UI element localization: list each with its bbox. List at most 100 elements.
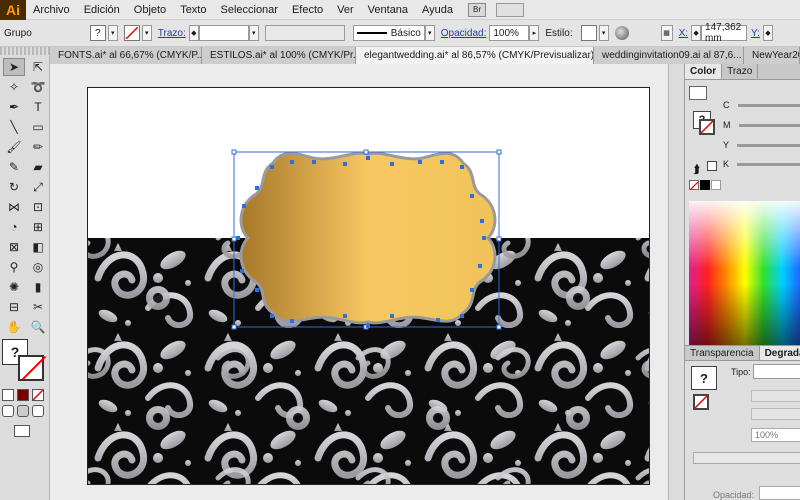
style-swatch[interactable] xyxy=(580,25,597,41)
gradient-angle-field[interactable] xyxy=(751,408,800,420)
slice-tool-icon[interactable]: ✂ xyxy=(27,298,49,316)
y-label[interactable]: Y: xyxy=(751,28,760,39)
blob-brush-tool-icon[interactable]: ✎ xyxy=(3,158,25,176)
free-transform-tool-icon[interactable]: ⊡ xyxy=(27,198,49,216)
draw-normal-icon[interactable] xyxy=(2,405,14,417)
gradient-slider[interactable] xyxy=(693,452,800,464)
tab-estilos[interactable]: ESTILOS.ai* al 100% (CMYK/Pr... ✕ xyxy=(202,47,356,64)
slider-c[interactable]: C xyxy=(723,100,800,110)
menu-texto[interactable]: Texto xyxy=(173,4,213,16)
default-colors-icon[interactable] xyxy=(689,86,707,100)
direct-selection-tool-icon[interactable]: ⇱ xyxy=(27,58,49,76)
type-tool-icon[interactable]: T xyxy=(27,98,49,116)
stroke-label[interactable]: Trazo: xyxy=(158,28,186,39)
panel-grip[interactable] xyxy=(0,47,49,55)
tab-gradient[interactable]: Degradado xyxy=(759,346,800,360)
gradient-tool-icon[interactable]: ◧ xyxy=(27,238,49,256)
tab-elegantwedding[interactable]: elegantwedding.ai* al 86,57% (CMYK/Previ… xyxy=(356,47,594,64)
blend-tool-icon[interactable]: ◎ xyxy=(27,258,49,276)
canvas-area[interactable] xyxy=(50,64,684,500)
slider-m[interactable]: M xyxy=(723,120,800,130)
gradient-stroke-options[interactable] xyxy=(751,390,800,402)
screen-mode-icon[interactable] xyxy=(14,425,30,437)
draw-behind-icon[interactable] xyxy=(17,405,29,417)
tab-weddinginvitation[interactable]: weddinginvitation09.ai al 87,6... ✕ xyxy=(594,47,744,64)
opacity-label[interactable]: Opacidad: xyxy=(441,28,487,39)
slider-track[interactable] xyxy=(737,103,800,107)
arrange-documents-button[interactable] xyxy=(496,2,525,17)
shape-builder-tool-icon[interactable]: ◔ xyxy=(3,218,25,236)
mesh-tool-icon[interactable]: ⊠ xyxy=(3,238,25,256)
gradient-mode-icon[interactable] xyxy=(17,389,29,401)
scale-tool-icon[interactable]: ⤢ xyxy=(27,178,49,196)
pencil-tool-icon[interactable]: ✏ xyxy=(27,138,49,156)
color-spectrum[interactable] xyxy=(689,201,800,351)
panel-dock-strip[interactable] xyxy=(668,64,684,500)
rotate-tool-icon[interactable]: ↻ xyxy=(3,178,25,196)
color-stroke-indicator[interactable] xyxy=(699,119,715,135)
lasso-tool-icon[interactable]: ➰ xyxy=(27,78,49,96)
artboard-tool-icon[interactable]: ⊟ xyxy=(3,298,25,316)
tab-transparency[interactable]: Transparencia xyxy=(685,346,760,360)
gamut-swatch[interactable] xyxy=(707,161,717,171)
y-spinner[interactable]: ◆ xyxy=(762,25,773,41)
anchor-points[interactable] xyxy=(236,156,486,328)
slider-y[interactable]: Y xyxy=(723,140,800,150)
fill-dropdown[interactable]: ▾ xyxy=(107,25,118,41)
black-swatch[interactable] xyxy=(700,180,710,190)
slider-track[interactable] xyxy=(738,123,800,127)
stroke-weight-spinner[interactable]: ◆ xyxy=(188,25,199,41)
out-of-gamut-icon[interactable]: ⮭ xyxy=(693,162,700,177)
stroke-dropdown[interactable]: ▾ xyxy=(141,25,152,41)
stroke-swatch[interactable] xyxy=(123,25,140,41)
width-tool-icon[interactable]: ⋈ xyxy=(3,198,25,216)
gradient-aspect-field[interactable]: 100% xyxy=(751,428,800,442)
perspective-grid-tool-icon[interactable]: ⊞ xyxy=(27,218,49,236)
slider-track[interactable] xyxy=(737,143,800,147)
bridge-button[interactable]: Br xyxy=(468,2,487,17)
menu-ver[interactable]: Ver xyxy=(330,4,361,16)
x-field[interactable]: 147,362 mm xyxy=(701,22,748,44)
magic-wand-tool-icon[interactable]: ✧ xyxy=(3,78,25,96)
pen-tool-icon[interactable]: ✒ xyxy=(3,98,25,116)
gradient-opacity-field[interactable] xyxy=(759,486,800,500)
none-mode-icon[interactable] xyxy=(32,389,44,401)
bounding-handles[interactable] xyxy=(231,149,502,330)
fill-stroke-control[interactable]: ? xyxy=(2,339,46,383)
gradient-type-select[interactable] xyxy=(753,364,800,379)
white-swatch[interactable] xyxy=(711,180,721,190)
x-spinner[interactable]: ◆ xyxy=(691,25,702,41)
menu-ayuda[interactable]: Ayuda xyxy=(415,4,460,16)
menu-efecto[interactable]: Efecto xyxy=(285,4,330,16)
selection-bounding-box[interactable] xyxy=(233,151,500,328)
recolor-artwork-icon[interactable] xyxy=(614,26,629,40)
paintbrush-tool-icon[interactable]: 🖌 xyxy=(3,138,25,156)
style-dropdown[interactable]: ▾ xyxy=(598,25,609,41)
eyedropper-tool-icon[interactable]: ⚲ xyxy=(3,258,25,276)
stroke-indicator[interactable] xyxy=(18,355,44,381)
slider-track[interactable] xyxy=(737,162,800,166)
selection-tool-icon[interactable]: ➤ xyxy=(3,58,25,76)
slider-k[interactable]: K xyxy=(723,159,800,169)
stroke-weight-dropdown[interactable]: ▾ xyxy=(248,25,259,41)
brush-dropdown[interactable]: ▾ xyxy=(424,25,435,41)
draw-inside-icon[interactable] xyxy=(32,405,44,417)
eraser-tool-icon[interactable]: ▰ xyxy=(27,158,49,176)
tab-fonts[interactable]: FONTS.ai* al 66,67% (CMYK/P... ✕ xyxy=(50,47,202,64)
hand-tool-icon[interactable]: ✋ xyxy=(3,318,25,336)
menu-archivo[interactable]: Archivo xyxy=(26,4,77,16)
none-swatch[interactable] xyxy=(689,180,699,191)
brush-definition[interactable]: Básico xyxy=(352,25,425,41)
tab-color[interactable]: Color xyxy=(685,64,723,79)
line-tool-icon[interactable]: ╲ xyxy=(3,118,25,136)
color-mode-icon[interactable] xyxy=(2,389,14,401)
tab-newyear[interactable]: NewYear201... xyxy=(744,47,800,64)
symbol-sprayer-tool-icon[interactable]: ✺ xyxy=(3,278,25,296)
variable-width-field[interactable] xyxy=(264,25,345,41)
rectangle-tool-icon[interactable]: ▭ xyxy=(27,118,49,136)
menu-objeto[interactable]: Objeto xyxy=(127,4,173,16)
reference-point-icon[interactable]: ▦ xyxy=(660,25,673,41)
menu-ventana[interactable]: Ventana xyxy=(361,4,415,16)
menu-edicion[interactable]: Edición xyxy=(77,4,127,16)
gradient-stroke-indicator[interactable] xyxy=(693,394,709,410)
